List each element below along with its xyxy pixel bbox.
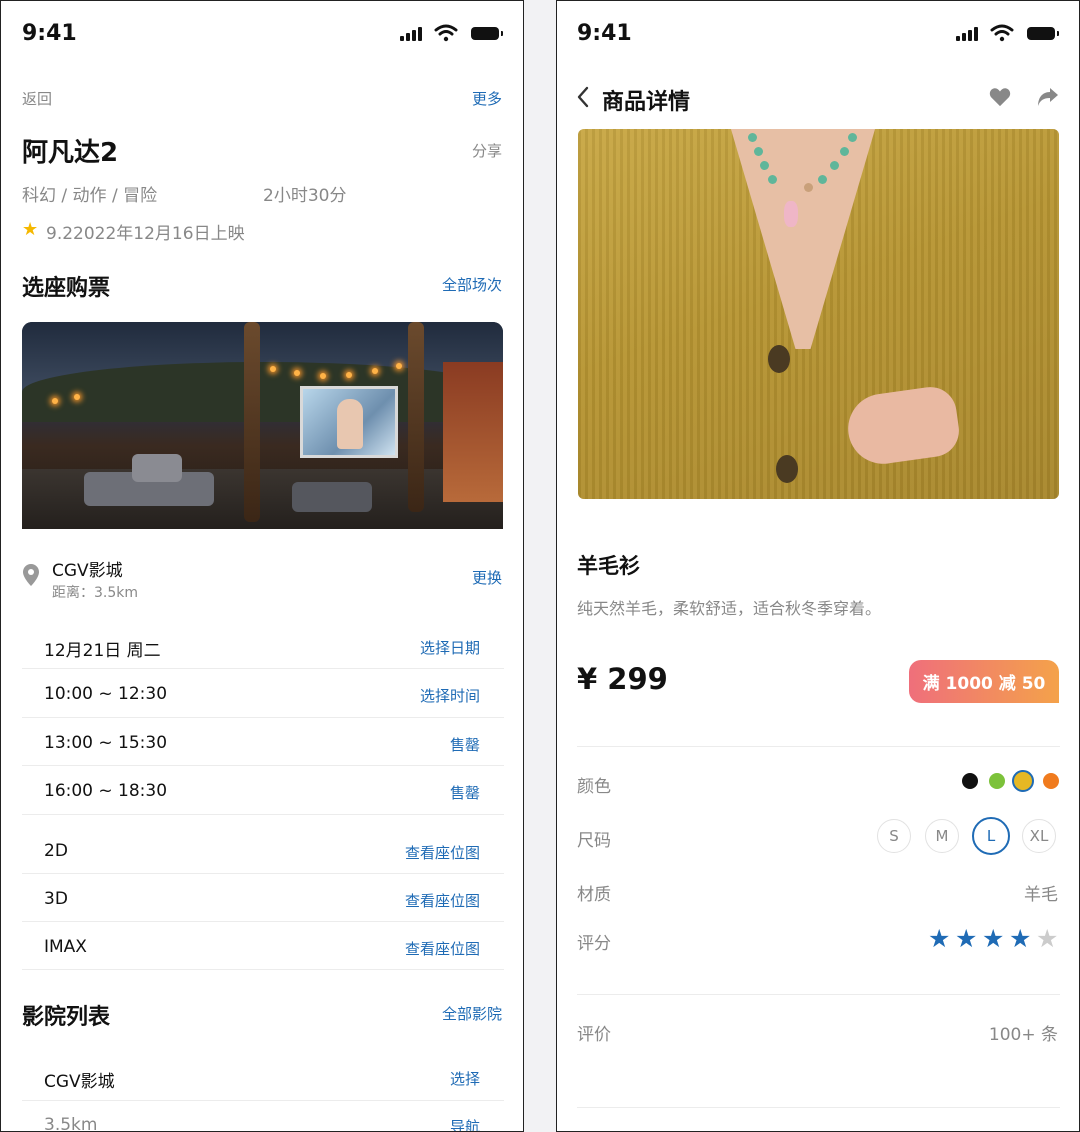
tickets-heading: 选座购票 [22, 276, 111, 301]
wifi-icon [434, 24, 458, 42]
all-cinemas-link[interactable]: 全部影院 [442, 1003, 502, 1024]
more-link[interactable]: 更多 [472, 88, 502, 109]
seat-map-link[interactable]: 查看座位图 [405, 890, 480, 911]
page-title: 商品详情 [602, 90, 691, 115]
sold-out-label: 售罄 [449, 736, 480, 754]
format-label: IMAX [44, 937, 87, 957]
product-detail-screen: 9:41 商品详情 羊毛衫 纯天然羊毛，柔软舒适，适合秋冬季穿着。 ¥ 299 [556, 0, 1080, 1132]
seat-map-link[interactable]: 查看座位图 [405, 938, 480, 959]
cinema-hero-image [22, 322, 503, 529]
navigate-link[interactable]: 导航 [450, 1116, 480, 1131]
heart-icon[interactable] [989, 87, 1011, 107]
review-label: 评价 [577, 1025, 611, 1045]
movie-title: 阿凡达2 [22, 138, 119, 168]
size-option-s[interactable]: S [877, 819, 911, 853]
color-swatch-green[interactable] [989, 773, 1005, 789]
color-label: 颜色 [577, 777, 611, 797]
battery-icon [471, 27, 503, 40]
movie-detail-screen: 9:41 返回 更多 阿凡达2 分享 科幻 / 动作 / 冒险 2小时30分 ★… [0, 0, 524, 1132]
cinema-distance: 距离：3.5km [52, 585, 139, 601]
session-time: 13:00 ~ 15:30 [44, 733, 168, 753]
size-label: 尺码 [577, 831, 611, 851]
session-time: 16:00 ~ 18:30 [44, 781, 168, 801]
status-time: 9:41 [22, 21, 77, 46]
cinema-name: CGV影城 [52, 561, 123, 581]
star-icon: ★ [22, 219, 39, 240]
product-description: 纯天然羊毛，柔软舒适，适合秋冬季穿着。 [577, 599, 882, 618]
cinema-list-heading: 影院列表 [22, 1005, 111, 1030]
star-filled-icon: ★ [955, 924, 978, 953]
material-label: 材质 [577, 885, 611, 905]
size-option-l-selected[interactable]: L [972, 817, 1010, 855]
select-time-link[interactable]: 选择时间 [420, 685, 480, 706]
product-image [578, 129, 1059, 499]
cinema-list-item: CGV影城 [44, 1072, 115, 1092]
change-cinema-link[interactable]: 更换 [472, 567, 502, 588]
review-count[interactable]: 100+ 条 [989, 1020, 1058, 1045]
rating-label: 评分 [577, 934, 611, 954]
size-option-m[interactable]: M [925, 819, 959, 853]
color-swatch-yellow-selected[interactable] [1012, 770, 1034, 792]
select-cinema-link[interactable]: 选择 [450, 1068, 480, 1089]
product-name: 羊毛衫 [577, 554, 640, 578]
material-value: 羊毛 [1024, 885, 1058, 905]
location-pin-icon [23, 564, 39, 586]
format-label: 3D [44, 889, 68, 909]
signal-icon [956, 27, 978, 41]
back-chevron-icon[interactable] [576, 86, 590, 108]
color-swatch-orange[interactable] [1043, 773, 1059, 789]
select-date-link[interactable]: 选择日期 [420, 637, 480, 658]
movie-duration: 2小时30分 [263, 186, 347, 206]
all-sessions-link[interactable]: 全部场次 [442, 274, 502, 295]
rating-release: 9.22022年12月16日上映 [46, 224, 245, 244]
promo-badge: 满 1000 减 50 [909, 660, 1059, 703]
star-filled-icon: ★ [1009, 924, 1032, 953]
share-link[interactable]: 分享 [472, 140, 502, 161]
wifi-icon [990, 24, 1014, 42]
seat-map-link[interactable]: 查看座位图 [405, 842, 480, 863]
signal-icon [400, 27, 422, 41]
size-option-xl[interactable]: XL [1022, 819, 1056, 853]
star-empty-icon: ★ [1036, 924, 1059, 953]
battery-icon [1027, 27, 1059, 40]
session-time: 10:00 ~ 12:30 [44, 684, 168, 704]
back-link[interactable]: 返回 [22, 88, 52, 109]
format-label: 2D [44, 841, 68, 861]
movie-genres: 科幻 / 动作 / 冒险 [22, 186, 158, 206]
status-time: 9:41 [577, 21, 632, 46]
share-icon[interactable] [1037, 87, 1059, 107]
product-price: ¥ 299 [577, 662, 668, 696]
cinema-list-distance: 3.5km [44, 1115, 98, 1132]
sold-out-label: 售罄 [449, 784, 480, 802]
star-filled-icon: ★ [982, 924, 1005, 953]
schedule-date: 12月21日 周二 [44, 641, 161, 661]
star-filled-icon: ★ [928, 924, 951, 953]
color-swatch-black[interactable] [962, 773, 978, 789]
